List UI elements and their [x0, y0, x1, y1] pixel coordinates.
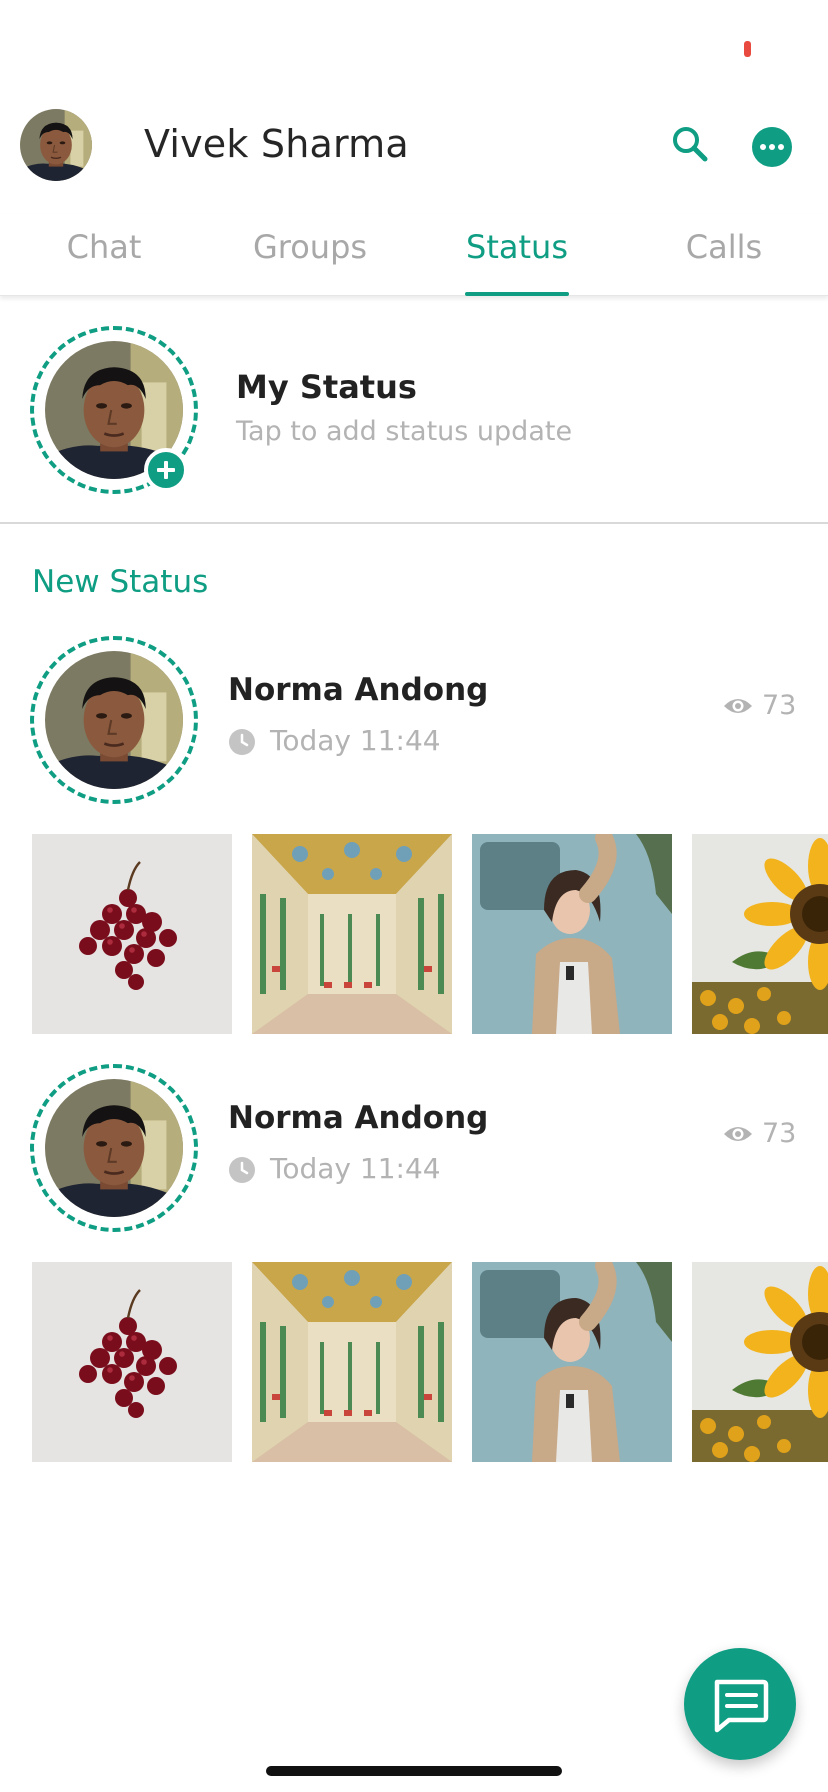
status-screen: Vivek Sharma Chat Groups Status Calls My…	[0, 0, 828, 1792]
status-ring	[30, 1064, 198, 1232]
plus-icon[interactable]	[144, 448, 188, 492]
status-entry[interactable]: Norma Andong Today 11:44 73	[0, 1058, 828, 1238]
eye-icon	[724, 1127, 752, 1141]
tab-bar: Chat Groups Status Calls	[0, 214, 828, 296]
new-message-button[interactable]	[684, 1648, 796, 1760]
status-thumbnails	[0, 1262, 828, 1462]
contact-name: Norma Andong	[228, 1100, 489, 1136]
clock-icon	[229, 729, 255, 755]
app-header: Vivek Sharma	[0, 100, 828, 190]
tab-status[interactable]: Status	[460, 228, 574, 266]
status-thumbnail-palace-hall[interactable]	[252, 1262, 452, 1462]
my-status-row[interactable]: My Status Tap to add status update	[0, 300, 828, 524]
status-thumbnails	[0, 834, 828, 1034]
my-status-title: My Status	[236, 368, 417, 406]
status-entry[interactable]: Norma Andong Today 11:44 73	[0, 630, 828, 810]
views-count: 73	[762, 690, 797, 721]
eye-icon	[724, 699, 752, 713]
clock-icon	[229, 1157, 255, 1183]
status-time: Today 11:44	[270, 1152, 441, 1185]
contact-avatar	[45, 1079, 183, 1217]
contact-avatar	[45, 651, 183, 789]
views-count: 73	[762, 1118, 797, 1149]
status-thumbnail-woman-by-car[interactable]	[472, 1262, 672, 1462]
active-tab-indicator	[465, 292, 569, 296]
home-indicator	[266, 1766, 562, 1776]
status-ring	[30, 636, 198, 804]
avatar[interactable]	[20, 109, 92, 181]
tab-chat[interactable]: Chat	[58, 228, 150, 266]
system-status-bar	[0, 0, 828, 96]
my-status-subtitle: Tap to add status update	[236, 416, 573, 447]
status-thumbnail-cherries[interactable]	[32, 834, 232, 1034]
status-thumbnail-sunflower[interactable]	[692, 834, 828, 1034]
status-thumbnail-cherries[interactable]	[32, 1262, 232, 1462]
status-thumbnail-woman-by-car[interactable]	[472, 834, 672, 1034]
tab-calls[interactable]: Calls	[680, 228, 768, 266]
status-time: Today 11:44	[270, 724, 441, 757]
search-icon[interactable]	[668, 122, 714, 168]
user-name: Vivek Sharma	[144, 122, 409, 166]
status-thumbnail-palace-hall[interactable]	[252, 834, 452, 1034]
recording-indicator	[744, 41, 751, 57]
my-status-ring	[30, 326, 198, 494]
tab-groups[interactable]: Groups	[247, 228, 373, 266]
status-thumbnail-sunflower[interactable]	[692, 1262, 828, 1462]
section-title: New Status	[32, 564, 209, 600]
contact-name: Norma Andong	[228, 672, 489, 708]
message-icon	[714, 1679, 769, 1733]
more-icon[interactable]	[752, 127, 792, 167]
